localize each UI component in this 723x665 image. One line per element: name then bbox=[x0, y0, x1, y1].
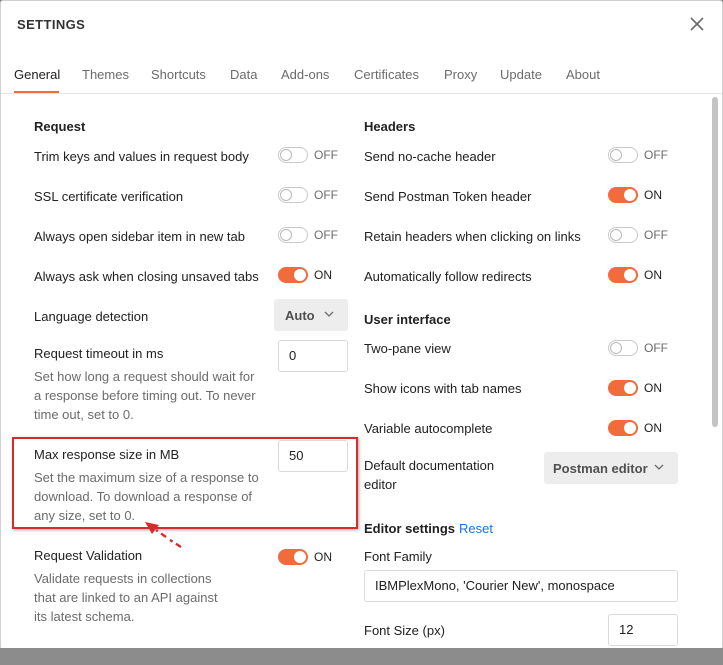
follow-redirects-toggle[interactable] bbox=[608, 267, 638, 283]
no-cache-label: Send no-cache header bbox=[364, 149, 496, 164]
annotation-arrow-icon bbox=[145, 522, 182, 549]
ssl-verification-label: SSL certificate verification bbox=[34, 189, 184, 204]
ssl-verification-state: OFF bbox=[314, 188, 338, 202]
no-cache-toggle[interactable] bbox=[608, 147, 638, 163]
tab-update[interactable]: Update bbox=[500, 67, 542, 82]
no-cache-state: OFF bbox=[644, 148, 668, 162]
tab-general[interactable]: General bbox=[14, 67, 60, 82]
follow-redirects-state: ON bbox=[644, 268, 662, 282]
close-button[interactable] bbox=[687, 14, 707, 34]
open-sidebar-new-tab-toggle[interactable] bbox=[278, 227, 308, 243]
request-section-title: Request bbox=[34, 119, 86, 134]
trim-keys-label: Trim keys and values in request body bbox=[34, 149, 249, 164]
postman-token-state: ON bbox=[644, 188, 662, 202]
settings-tabs: General Themes Shortcuts Data Add-ons Ce… bbox=[1, 53, 722, 94]
font-size-input[interactable]: 12 bbox=[608, 614, 678, 646]
active-tab-indicator bbox=[14, 91, 59, 93]
annotation-highlight-box bbox=[12, 437, 358, 529]
tab-certificates[interactable]: Certificates bbox=[354, 67, 419, 82]
two-pane-label: Two-pane view bbox=[364, 341, 451, 356]
request-validation-state: ON bbox=[314, 550, 332, 564]
dialog-title: SETTINGS bbox=[17, 17, 86, 32]
tab-shortcuts[interactable]: Shortcuts bbox=[151, 67, 206, 82]
two-pane-state: OFF bbox=[644, 341, 668, 355]
font-family-label: Font Family bbox=[364, 549, 432, 564]
open-sidebar-new-tab-label: Always open sidebar item in new tab bbox=[34, 229, 246, 244]
font-family-input[interactable]: IBMPlexMono, 'Courier New', monospace bbox=[364, 570, 678, 602]
retain-headers-toggle[interactable] bbox=[608, 227, 638, 243]
request-validation-description: Validate requests in collections that ar… bbox=[34, 571, 218, 624]
reset-link[interactable]: Reset bbox=[459, 521, 493, 536]
settings-dialog: SETTINGS General Themes Shortcuts Data A… bbox=[0, 0, 723, 650]
chevron-down-icon bbox=[654, 464, 664, 470]
chevron-down-icon bbox=[324, 311, 334, 317]
tab-proxy[interactable]: Proxy bbox=[444, 67, 477, 82]
user-interface-section-title: User interface bbox=[364, 312, 451, 327]
background-strip bbox=[0, 648, 723, 665]
postman-token-toggle[interactable] bbox=[608, 187, 638, 203]
language-detection-value: Auto bbox=[285, 308, 315, 323]
language-detection-label: Language detection bbox=[34, 309, 149, 324]
retain-headers-label: Retain headers when clicking on links bbox=[364, 229, 581, 244]
tab-about[interactable]: About bbox=[566, 67, 600, 82]
editor-settings-section-title: Editor settings bbox=[364, 521, 456, 536]
vertical-scrollbar[interactable] bbox=[712, 97, 718, 427]
headers-section-title: Headers bbox=[364, 119, 416, 134]
tab-themes[interactable]: Themes bbox=[82, 67, 129, 82]
show-icons-toggle[interactable] bbox=[608, 380, 638, 396]
request-timeout-input[interactable]: 0 bbox=[278, 340, 348, 372]
tab-add-ons[interactable]: Add-ons bbox=[281, 67, 329, 82]
show-icons-state: ON bbox=[644, 381, 662, 395]
postman-token-label: Send Postman Token header bbox=[364, 189, 532, 204]
language-detection-dropdown[interactable]: Auto bbox=[274, 299, 348, 331]
request-validation-toggle[interactable] bbox=[278, 549, 308, 565]
request-timeout-label: Request timeout in ms bbox=[34, 346, 164, 361]
open-sidebar-new-tab-state: OFF bbox=[314, 228, 338, 242]
close-icon bbox=[690, 17, 704, 31]
default-doc-editor-label: Default documentation editor bbox=[364, 458, 495, 492]
request-timeout-description: Set how long a request should wait for a… bbox=[34, 369, 256, 422]
default-doc-editor-value: Postman editor bbox=[553, 461, 648, 476]
variable-autocomplete-label: Variable autocomplete bbox=[364, 421, 493, 436]
variable-autocomplete-state: ON bbox=[644, 421, 662, 435]
font-size-label: Font Size (px) bbox=[364, 623, 445, 638]
ask-closing-unsaved-label: Always ask when closing unsaved tabs bbox=[34, 269, 259, 284]
retain-headers-state: OFF bbox=[644, 228, 668, 242]
ask-closing-unsaved-state: ON bbox=[314, 268, 332, 282]
tab-data[interactable]: Data bbox=[230, 67, 257, 82]
follow-redirects-label: Automatically follow redirects bbox=[364, 269, 532, 284]
variable-autocomplete-toggle[interactable] bbox=[608, 420, 638, 436]
ssl-verification-toggle[interactable] bbox=[278, 187, 308, 203]
ask-closing-unsaved-toggle[interactable] bbox=[278, 267, 308, 283]
default-doc-editor-dropdown[interactable]: Postman editor bbox=[544, 452, 678, 484]
trim-keys-toggle[interactable] bbox=[278, 147, 308, 163]
trim-keys-state: OFF bbox=[314, 148, 338, 162]
two-pane-toggle[interactable] bbox=[608, 340, 638, 356]
show-icons-label: Show icons with tab names bbox=[364, 381, 522, 396]
request-validation-label: Request Validation bbox=[34, 548, 143, 563]
